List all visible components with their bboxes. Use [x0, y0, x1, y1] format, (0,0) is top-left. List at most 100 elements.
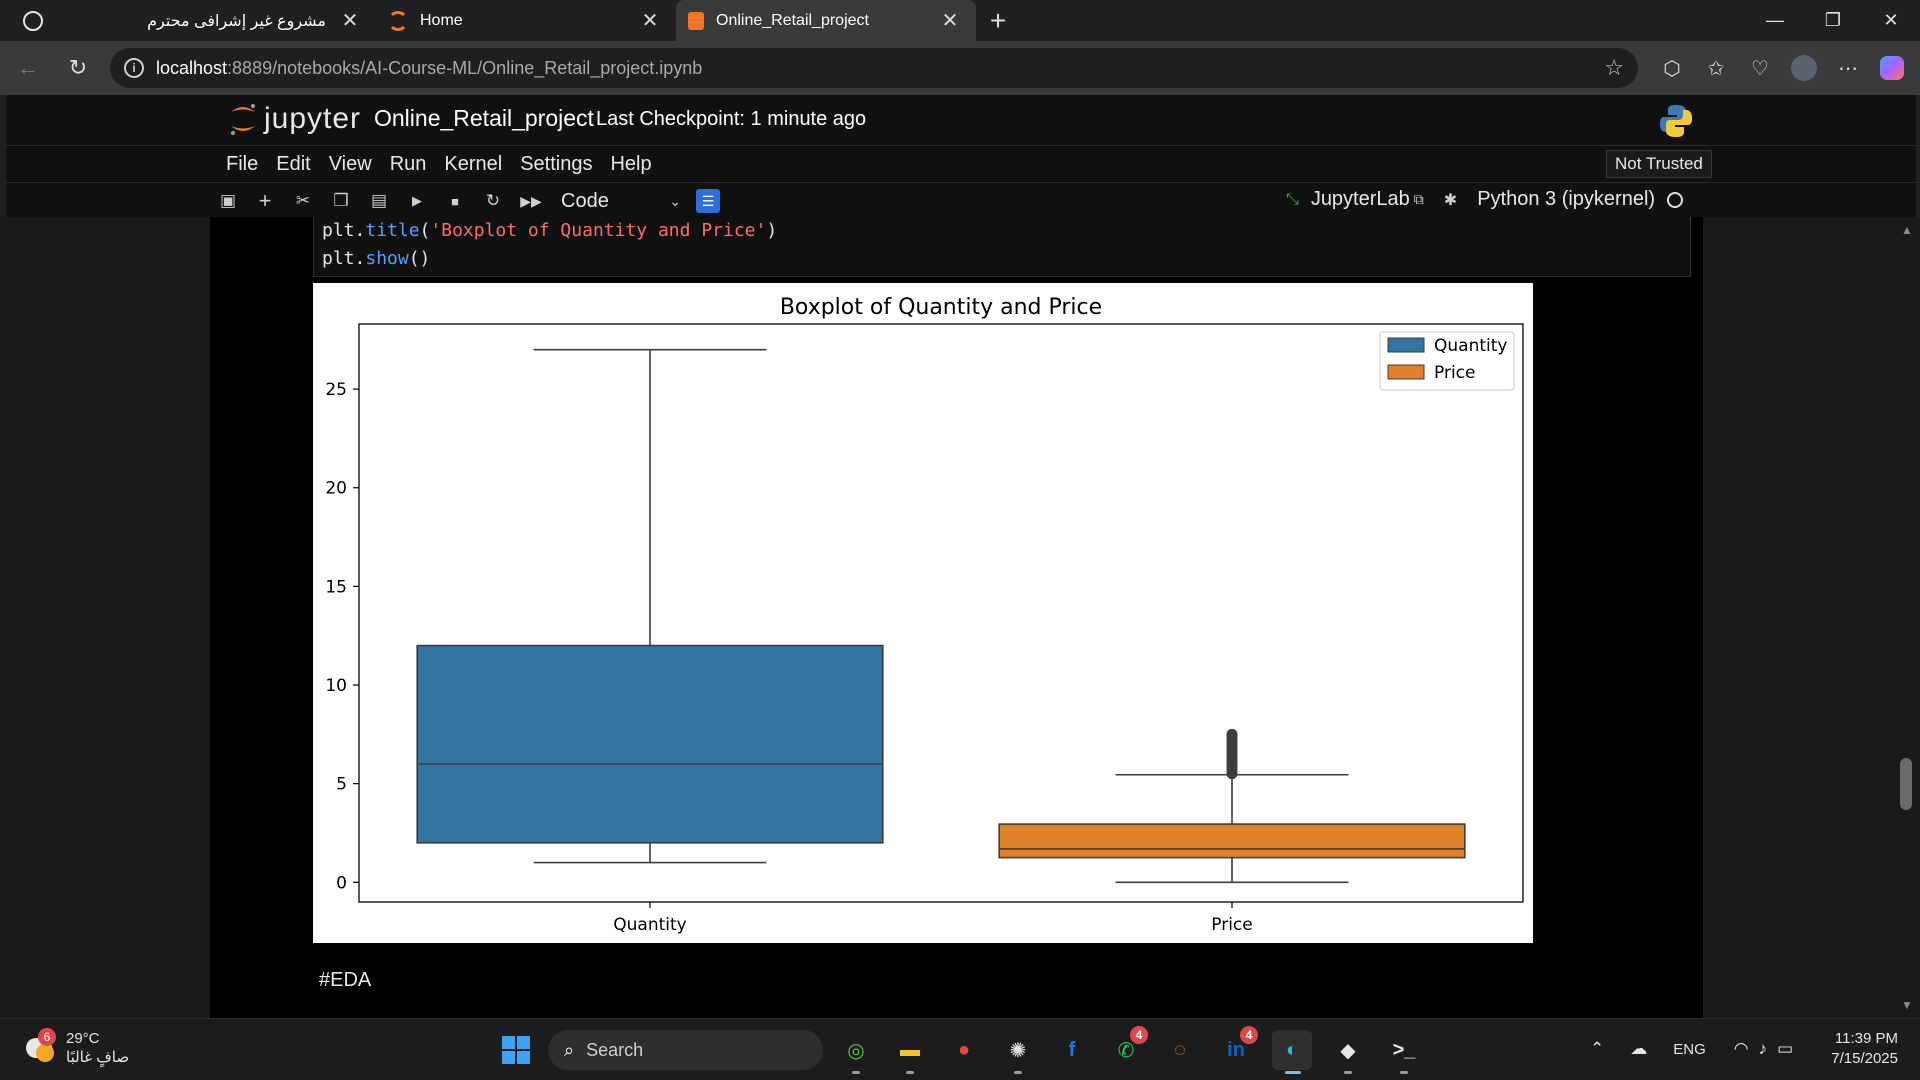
health-icon[interactable]: ♡ [1742, 50, 1778, 86]
chevron-up-icon[interactable]: ⌃ [1590, 1039, 1604, 1059]
refresh-icon[interactable]: ↻ [56, 46, 100, 90]
more-icon[interactable]: ⋯ [1830, 50, 1866, 86]
maps-app-icon[interactable]: ◎ [836, 1030, 876, 1074]
info-icon[interactable]: i [124, 58, 144, 78]
jupyter-header: jupyter Online_Retail_project Last Check… [6, 95, 1916, 145]
jupyter-app-icon[interactable]: ◌ [1160, 1030, 1200, 1070]
menu-settings[interactable]: Settings [520, 153, 592, 176]
wifi-icon[interactable]: ◠ [1734, 1039, 1749, 1059]
notebook-page: plt.title('Boxplot of Quantity and Price… [210, 217, 1703, 1018]
browser-toolbar: ⬡ ✩ ♡ ⋯ [1654, 50, 1910, 86]
favorites-icon[interactable]: ✩ [1698, 50, 1734, 86]
tab-online-retail[interactable]: Online_Retail_project ✕ [676, 0, 976, 41]
code-cell[interactable]: plt.title('Boxplot of Quantity and Price… [313, 217, 1691, 277]
cut-icon[interactable]: ✂ [291, 189, 315, 213]
tab-label: Home [420, 11, 463, 29]
legend: Quantity Price [1379, 331, 1515, 391]
tab-label: Online_Retail_project [716, 11, 869, 29]
stop-icon[interactable]: ■ [443, 189, 467, 213]
jupyterlab-link[interactable]: JupyterLab [1311, 188, 1410, 211]
url-host: localhost [156, 57, 228, 78]
linkedin-icon[interactable]: in 4 [1216, 1026, 1258, 1070]
file-explorer-icon[interactable]: ▬ [890, 1030, 930, 1074]
trust-badge[interactable]: Not Trusted [1606, 150, 1712, 178]
iqr-box [998, 823, 1466, 859]
taskbar-search[interactable]: ⌕ Search [548, 1030, 823, 1070]
box-quantity [416, 348, 884, 864]
menu-view[interactable]: View [329, 153, 372, 176]
notebook-name[interactable]: Online_Retail_project [374, 105, 594, 132]
running-indicator [1344, 1071, 1352, 1074]
onedrive-icon[interactable]: ☁ [1630, 1039, 1647, 1059]
python-logo-icon [1660, 105, 1692, 137]
battery-icon[interactable]: ▭ [1777, 1039, 1793, 1059]
legend-label: Price [1434, 363, 1475, 383]
page-scrollbar[interactable]: ▲ ▼ [1897, 217, 1920, 1018]
scroll-down-icon[interactable]: ▼ [1901, 998, 1913, 1012]
menu-edit[interactable]: Edit [276, 153, 310, 176]
profile-avatar[interactable] [1786, 50, 1822, 86]
restore-button[interactable]: ❐ [1804, 0, 1862, 41]
chrome-icon[interactable]: ● [944, 1030, 984, 1070]
copilot-icon[interactable] [1874, 50, 1910, 86]
extensions-icon[interactable]: ⬡ [1654, 50, 1690, 86]
table-of-contents-icon[interactable]: ☰ [696, 189, 720, 213]
language-indicator[interactable]: ENG [1673, 1041, 1706, 1058]
url-field[interactable]: i localhost:8889/notebooks/AI-Course-ML/… [110, 48, 1638, 88]
markdown-cell[interactable]: #EDA [319, 969, 371, 992]
ghost-app-icon[interactable]: ◆ [1328, 1030, 1368, 1074]
jupyter-wordmark: jupyter [264, 102, 362, 135]
run-icon[interactable]: ▶ [405, 189, 429, 213]
clock[interactable]: 11:39 PM 7/15/2025 [1831, 1029, 1898, 1069]
chatgpt-icon[interactable]: ✺ [998, 1030, 1038, 1074]
volume-icon[interactable]: ♪ [1759, 1039, 1768, 1059]
browser-menu-icon[interactable] [0, 0, 66, 41]
jupyter-menubar: File Edit View Run Kernel Settings Help … [6, 145, 1916, 182]
browser-tab-strip: مشروع غير إشرافى محترم ✕ Home ✕ Online_R… [0, 0, 1920, 41]
star-icon[interactable]: ☆ [1604, 55, 1624, 81]
restart-icon[interactable]: ↻ [481, 189, 505, 213]
tab-label: مشروع غير إشرافى محترم [147, 12, 326, 30]
new-tab-button[interactable]: + [976, 0, 1020, 41]
terminal-icon[interactable]: >_ [1384, 1030, 1424, 1074]
tab-home[interactable]: Home ✕ [376, 0, 676, 41]
back-icon[interactable]: ← [6, 46, 50, 90]
save-icon[interactable]: ▣ [216, 189, 240, 213]
edge-icon[interactable]: ◐ [1272, 1030, 1312, 1074]
copy-icon[interactable]: ❐ [329, 189, 353, 213]
chevron-down-icon: ⌄ [669, 192, 681, 209]
weather-widget[interactable]: 6 29°C صافٍ غالبًا [24, 1028, 129, 1067]
menu-kernel[interactable]: Kernel [444, 153, 502, 176]
start-button[interactable] [502, 1036, 530, 1064]
debugger-icon[interactable]: ✱ [1444, 190, 1457, 210]
scroll-up-icon[interactable]: ▲ [1901, 223, 1913, 237]
minimize-button[interactable]: — [1746, 0, 1804, 41]
kernel-name[interactable]: Python 3 (ipykernel) [1477, 188, 1655, 211]
close-icon[interactable]: ✕ [338, 8, 362, 33]
search-label: Search [586, 1039, 644, 1060]
facebook-icon[interactable]: f [1052, 1030, 1092, 1070]
clock-time: 11:39 PM [1834, 1030, 1898, 1047]
jupyter-logo[interactable]: jupyter [228, 101, 361, 137]
running-indicator [1014, 1071, 1022, 1074]
outlier-point [1226, 728, 1238, 740]
menu-run[interactable]: Run [390, 153, 427, 176]
running-indicator [852, 1071, 860, 1074]
paste-icon[interactable]: ▤ [367, 189, 391, 213]
tab-unsupervised-project[interactable]: مشروع غير إشرافى محترم ✕ [66, 0, 376, 41]
close-icon[interactable]: ✕ [638, 8, 662, 33]
legend-swatch [1387, 364, 1425, 380]
close-icon[interactable]: ✕ [938, 8, 962, 33]
running-indicator [1400, 1071, 1408, 1074]
add-cell-icon[interactable]: + [253, 188, 277, 213]
url-path: :8889/notebooks/AI-Course-ML/Online_Reta… [227, 57, 703, 78]
system-tray: ⌃ ☁ ENG ◠ ♪ ▭ [1590, 1039, 1793, 1059]
menu-file[interactable]: File [226, 153, 258, 176]
whatsapp-icon[interactable]: ✆ 4 [1106, 1026, 1148, 1070]
y-tick-label: 20 [325, 479, 347, 499]
cell-type-select[interactable]: Code ⌄ [561, 188, 681, 214]
menu-help[interactable]: Help [610, 153, 651, 176]
scrollbar-thumb[interactable] [1900, 758, 1912, 810]
close-window-button[interactable]: ✕ [1862, 0, 1920, 41]
fast-forward-icon[interactable]: ▶▶ [519, 189, 543, 213]
